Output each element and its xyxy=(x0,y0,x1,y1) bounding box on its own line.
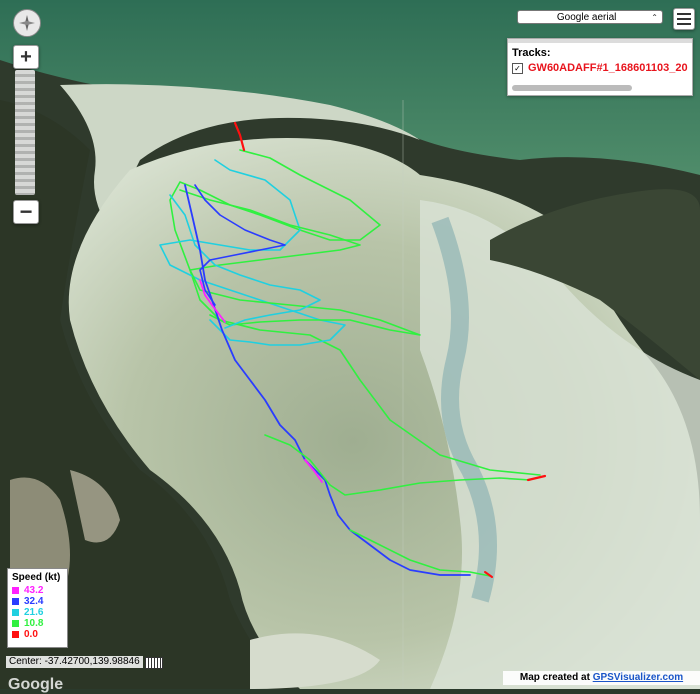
legend-label: 0.0 xyxy=(24,629,38,640)
legend-swatch xyxy=(12,620,19,627)
tracks-scrollbar[interactable] xyxy=(512,85,632,91)
legend-title: Speed (kt) xyxy=(12,572,61,583)
tracks-title: Tracks: xyxy=(512,47,551,59)
map-type-select[interactable]: Google aerial ⌃ xyxy=(517,10,663,24)
menu-button[interactable] xyxy=(673,8,695,30)
legend-label: 32.4 xyxy=(24,596,44,607)
speed-legend: Speed (kt) 43.2 32.4 21.6 10.8 0.0 xyxy=(7,568,68,648)
tracks-panel: Tracks: ✓ GW60ADAFF#1_168601103_2018 xyxy=(507,38,693,96)
legend-swatch xyxy=(12,598,19,605)
hamburger-icon xyxy=(677,13,691,25)
track-checkbox[interactable]: ✓ xyxy=(512,62,523,74)
compass-icon xyxy=(19,15,35,31)
zoom-slider[interactable] xyxy=(15,70,35,195)
chevron-updown-icon: ⌃ xyxy=(651,12,658,22)
track-name: GW60ADAFF#1_168601103_2018 xyxy=(528,62,688,74)
plus-icon: + xyxy=(20,45,32,68)
legend-item: 32.4 xyxy=(12,596,63,607)
center-coordinates: Center: -37.42700,139.98846 xyxy=(6,656,143,668)
google-watermark: Google xyxy=(8,676,64,693)
legend-swatch xyxy=(12,609,19,616)
legend-swatch xyxy=(12,587,19,594)
ruler-icon[interactable] xyxy=(145,657,163,669)
legend-item: 43.2 xyxy=(12,585,63,596)
credit-bar: Map created at GPSVisualizer.com xyxy=(503,671,700,685)
legend-items: 43.2 32.4 21.6 10.8 0.0 xyxy=(12,585,63,640)
track-row[interactable]: ✓ GW60ADAFF#1_168601103_2018 xyxy=(512,62,688,74)
satellite-map[interactable] xyxy=(0,0,700,689)
legend-label: 21.6 xyxy=(24,607,44,618)
legend-label: 10.8 xyxy=(24,618,44,629)
credit-link[interactable]: GPSVisualizer.com xyxy=(593,672,683,683)
tracks-panel-header xyxy=(508,39,692,43)
legend-swatch xyxy=(12,631,19,638)
legend-item: 21.6 xyxy=(12,607,63,618)
legend-item: 10.8 xyxy=(12,618,63,629)
zoom-out-button[interactable]: − xyxy=(13,199,39,224)
map-type-value: Google aerial xyxy=(556,11,617,23)
credit-prefix: Map created at xyxy=(519,672,593,683)
pan-compass[interactable] xyxy=(13,9,41,37)
zoom-in-button[interactable]: + xyxy=(13,45,39,69)
legend-item: 0.0 xyxy=(12,629,63,640)
minus-icon: − xyxy=(19,199,33,224)
legend-label: 43.2 xyxy=(24,585,44,596)
